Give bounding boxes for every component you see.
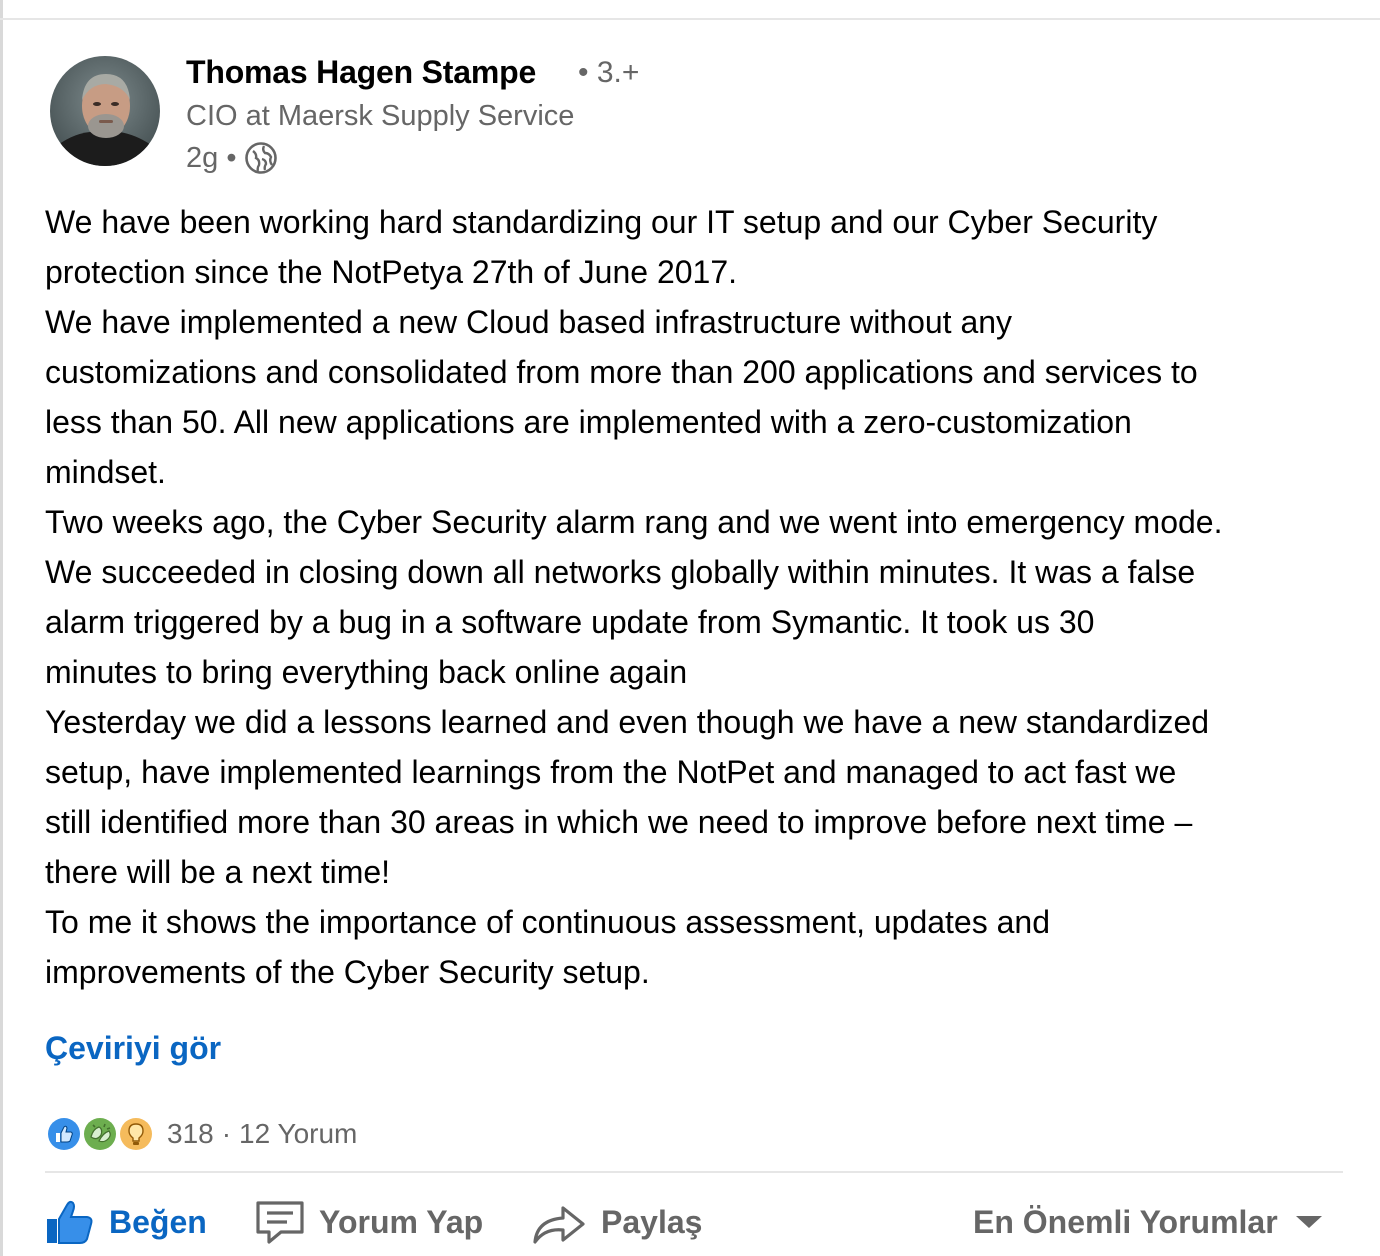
- share-button[interactable]: Paylaş: [531, 1188, 702, 1256]
- sort-comments-dropdown[interactable]: En Önemli Yorumlar: [973, 1188, 1324, 1256]
- action-divider: [45, 1171, 1343, 1173]
- card-left-border: [0, 0, 3, 1256]
- post-line: To me it shows the importance of continu…: [45, 904, 1050, 940]
- post-line: setup, have implemented learnings from t…: [45, 754, 1177, 790]
- post-line: alarm triggered by a bug in a software u…: [45, 604, 1095, 640]
- post-line: We have been working hard standardizing …: [45, 204, 1158, 240]
- share-label: Paylaş: [601, 1203, 703, 1240]
- author-avatar[interactable]: [50, 56, 160, 166]
- globe-icon: [244, 141, 278, 175]
- action-bar: Beğen Yorum Yap Paylaş En Önemli Yorumla…: [45, 1188, 1345, 1256]
- post-line: Two weeks ago, the Cyber Security alarm …: [45, 504, 1223, 540]
- like-label: Beğen: [109, 1203, 207, 1240]
- post-line: customizations and consolidated from mor…: [45, 354, 1198, 390]
- caret-down-icon: [1294, 1213, 1324, 1231]
- social-counts: 318 · 12 Yorum: [45, 1114, 357, 1154]
- comment-button[interactable]: Yorum Yap: [255, 1188, 483, 1256]
- insightful-icon: [117, 1115, 155, 1153]
- sort-label: En Önemli Yorumlar: [973, 1203, 1278, 1240]
- profile-photo: [50, 56, 160, 166]
- comment-icon: [255, 1200, 305, 1244]
- post-line: Yesterday we did a lessons learned and e…: [45, 704, 1210, 740]
- count-separator: ·: [221, 1118, 232, 1149]
- reaction-count[interactable]: 318: [167, 1118, 214, 1150]
- post-line: protection since the NotPetya 27th of Ju…: [45, 254, 738, 290]
- post-time: 2g •: [186, 141, 237, 174]
- comment-count[interactable]: 12 Yorum: [239, 1118, 357, 1150]
- reaction-icons[interactable]: [45, 1115, 155, 1153]
- post-meta: 2g •: [186, 140, 278, 176]
- like-button[interactable]: Beğen: [45, 1188, 207, 1256]
- post-line: improvements of the Cyber Security setup…: [45, 954, 650, 990]
- post-line: there will be a next time!: [45, 854, 391, 890]
- comment-label: Yorum Yap: [319, 1203, 484, 1240]
- post-text: We have been working hard standardizing …: [45, 197, 1365, 997]
- celebrate-icon: [81, 1115, 119, 1153]
- post-line: less than 50. All new applications are i…: [45, 404, 1132, 440]
- see-translation-link[interactable]: Çeviriyi gör: [45, 1030, 221, 1067]
- post-line: mindset.: [45, 454, 166, 490]
- author-name[interactable]: Thomas Hagen Stampe: [186, 54, 536, 91]
- like-icon: [45, 1115, 83, 1153]
- post-card: Thomas Hagen Stampe • 3.+ CIO at Maersk …: [0, 0, 1380, 1256]
- post-line: We have implemented a new Cloud based in…: [45, 304, 1013, 340]
- thumbs-up-icon: [45, 1199, 95, 1245]
- post-line: still identified more than 30 areas in w…: [45, 804, 1193, 840]
- author-headline: CIO at Maersk Supply Service: [186, 100, 575, 132]
- card-top-divider: [0, 18, 1380, 20]
- post-line: We succeeded in closing down all network…: [45, 554, 1196, 590]
- share-icon: [531, 1200, 587, 1244]
- post-line: minutes to bring everything back online …: [45, 654, 688, 690]
- connection-degree: • 3.+: [578, 56, 640, 89]
